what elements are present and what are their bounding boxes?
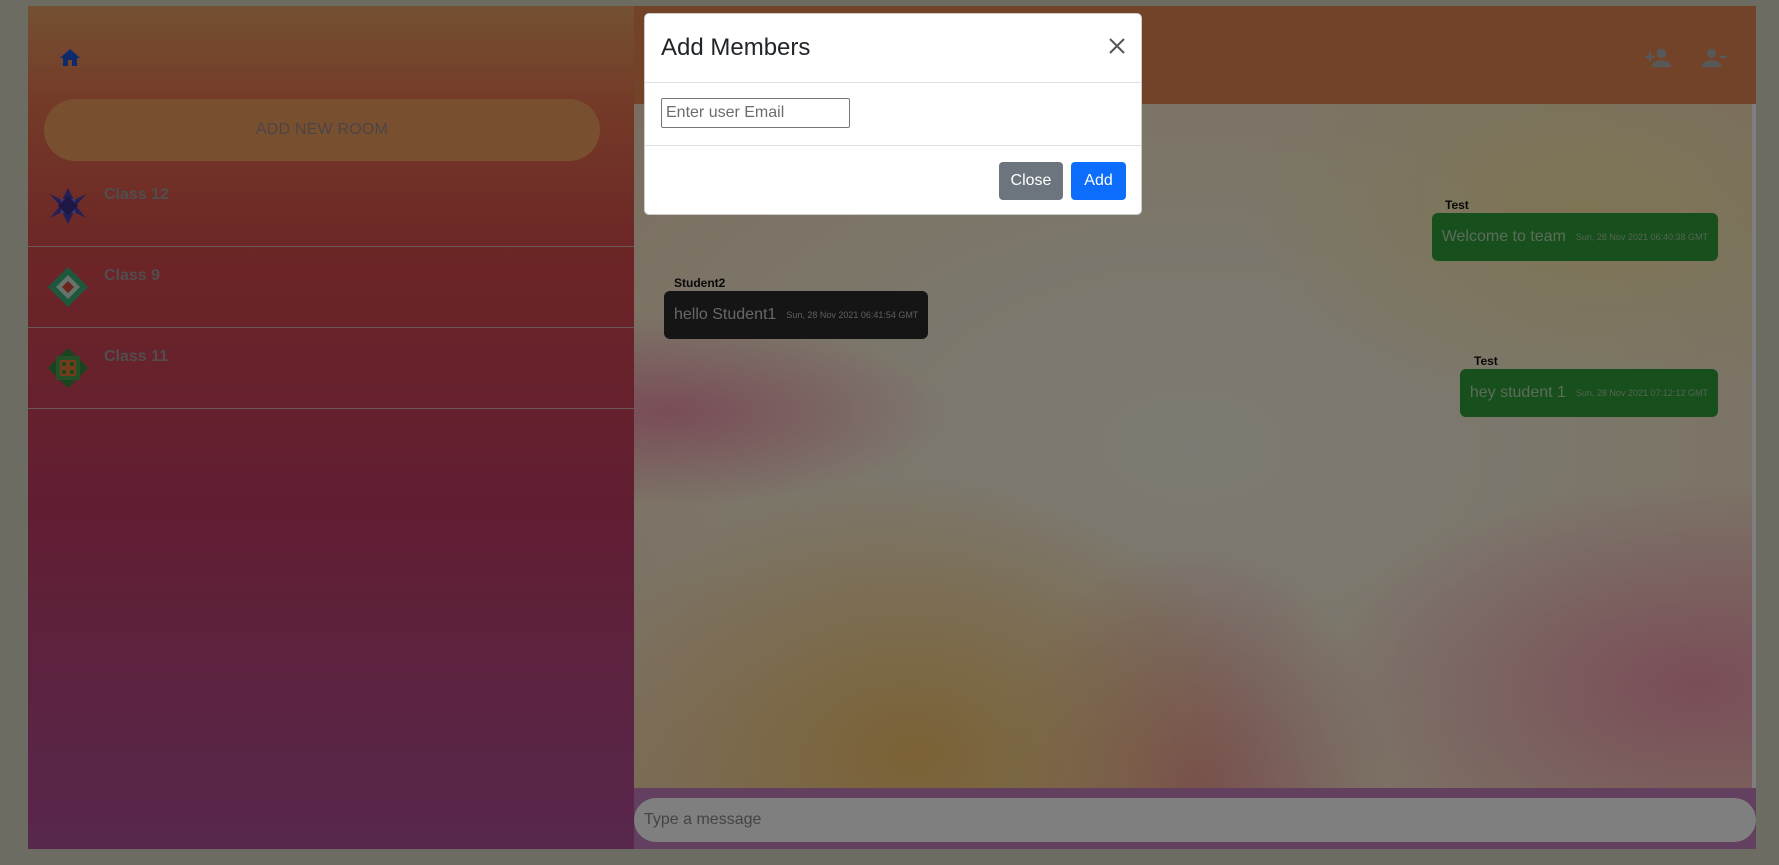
modal-header: Add Members [645, 14, 1141, 83]
close-button[interactable]: Close [999, 162, 1063, 200]
close-icon[interactable] [1107, 36, 1127, 56]
add-button[interactable]: Add [1071, 162, 1126, 200]
modal-body [645, 83, 1141, 146]
modal-title: Add Members [661, 34, 811, 61]
add-members-dialog: Add Members Close Add [644, 13, 1142, 215]
user-email-field[interactable] [661, 98, 850, 128]
modal-footer: Close Add [645, 146, 1141, 214]
